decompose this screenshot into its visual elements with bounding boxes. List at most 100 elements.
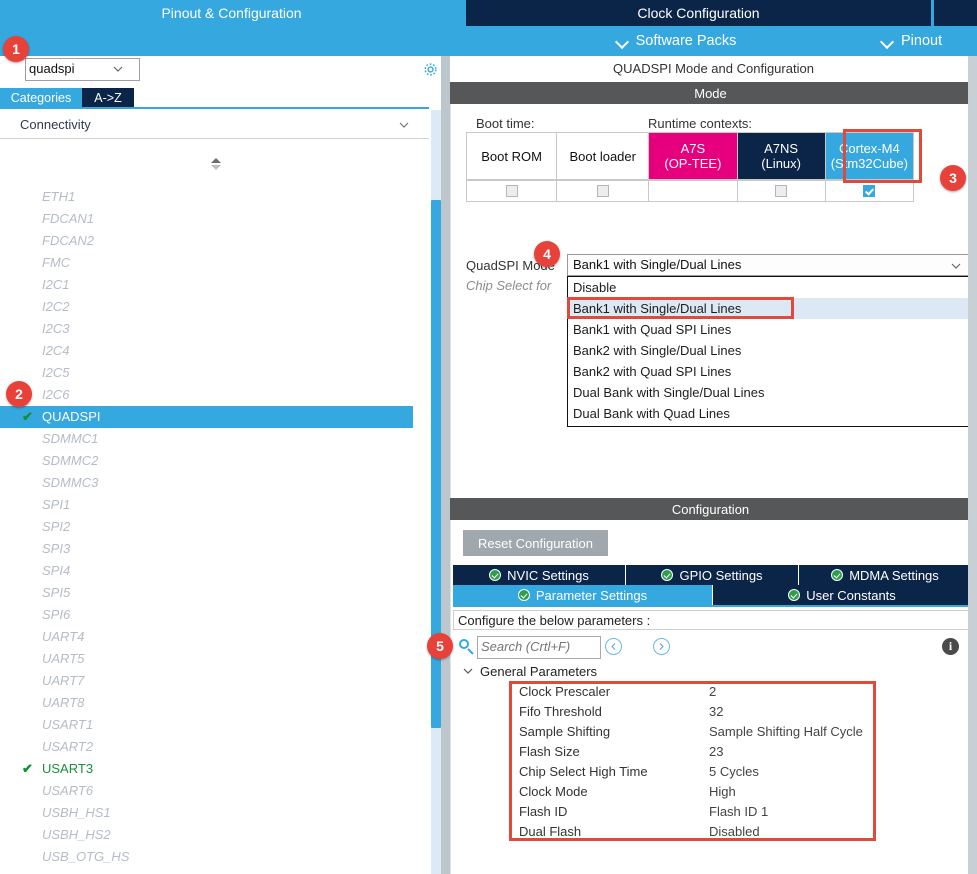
parameter-group-label: General Parameters (480, 663, 598, 679)
peripheral-item-sdmmc3[interactable]: SDMMC3 (0, 472, 429, 494)
peripheral-item-i2c1[interactable]: I2C1 (0, 274, 429, 296)
peripheral-item-label: I2C6 (42, 387, 70, 402)
list-scroll-spinner[interactable] (208, 158, 224, 172)
tab-user-constants[interactable]: User Constants (712, 585, 971, 605)
peripheral-item-i2c4[interactable]: I2C4 (0, 340, 429, 362)
browser-tabs: Categories A->Z (0, 88, 446, 108)
reset-configuration-button[interactable]: Reset Configuration (463, 530, 608, 556)
peripheral-item-label: SPI6 (42, 607, 71, 622)
parameter-group-header[interactable]: General Parameters (453, 661, 971, 681)
tab-categories[interactable]: Categories (0, 88, 82, 108)
peripheral-item-label: SPI2 (42, 519, 71, 534)
search-prev-button[interactable] (605, 638, 622, 655)
left-header-band (0, 26, 466, 56)
peripheral-item-label: I2C5 (42, 365, 70, 380)
checkbox-unchecked-icon[interactable] (775, 185, 788, 197)
context-checkbox-cell-a7ns[interactable] (736, 180, 826, 202)
settings-tabs-underline (453, 605, 971, 607)
context-checkbox-cell-boot-rom[interactable] (466, 180, 558, 202)
dropdown-option-3[interactable]: Bank2 with Single/Dual Lines (568, 340, 970, 361)
peripheral-item-uart7[interactable]: UART7 (0, 670, 429, 692)
dropdown-option-0[interactable]: Disable (568, 277, 970, 298)
dropdown-option-6[interactable]: Dual Bank with Quad Lines (568, 403, 970, 424)
peripheral-item-label: I2C4 (42, 343, 70, 358)
right-edge-top (968, 0, 977, 26)
peripheral-item-label: USBH_HS1 (42, 805, 111, 820)
peripheral-item-eth1[interactable]: ETH1 (0, 186, 429, 208)
runtime-contexts-label: Runtime contexts: (648, 116, 753, 131)
peripheral-item-spi1[interactable]: SPI1 (0, 494, 429, 516)
software-packs-label: Software Packs (635, 33, 737, 49)
search-next-button[interactable] (653, 638, 670, 655)
context-checkbox-cell-boot-loader[interactable] (556, 180, 650, 202)
peripheral-item-i2c3[interactable]: I2C3 (0, 318, 429, 340)
pinout-menu[interactable]: Pinout (881, 26, 977, 56)
checkbox-unchecked-icon[interactable] (596, 185, 609, 197)
peripheral-item-quadspi[interactable]: ✔ QUADSPI (0, 406, 413, 428)
quadspi-mode-combobox[interactable]: Bank1 with Single/Dual Lines (567, 254, 971, 276)
check-circle-icon (788, 589, 801, 601)
checkbox-checked-icon[interactable] (863, 185, 876, 197)
tab-label: MDMA Settings (849, 567, 939, 583)
category-connectivity[interactable]: Connectivity (0, 110, 429, 139)
peripheral-item-spi6[interactable]: SPI6 (0, 604, 429, 626)
peripheral-item-spi4[interactable]: SPI4 (0, 560, 429, 582)
peripheral-item-usbh_hs1[interactable]: USBH_HS1 (0, 802, 429, 824)
tab-parameter-settings[interactable]: Parameter Settings (453, 585, 712, 605)
peripheral-item-i2c2[interactable]: I2C2 (0, 296, 429, 318)
peripheral-item-usart2[interactable]: USART2 (0, 736, 429, 758)
tab-nvic-settings[interactable]: NVIC Settings (453, 565, 626, 585)
peripheral-item-spi5[interactable]: SPI5 (0, 582, 429, 604)
info-icon[interactable]: i (942, 638, 959, 655)
peripheral-item-i2c6[interactable]: I2C6 (0, 384, 429, 406)
tab-mdma-settings[interactable]: MDMA Settings (799, 565, 971, 585)
configure-note: Configure the below parameters : (453, 610, 971, 630)
peripheral-item-usart1[interactable]: USART1 (0, 714, 429, 736)
tab-gpio-settings[interactable]: GPIO Settings (626, 565, 799, 585)
peripheral-item-label: UART5 (42, 651, 85, 666)
check-icon: ✔ (22, 409, 33, 424)
context-checkbox-cell-cortex-m4[interactable] (824, 180, 914, 202)
tab-pinout-configuration[interactable]: Pinout & Configuration (0, 0, 463, 26)
peripheral-item-label: USART2 (42, 739, 94, 754)
peripheral-item-sdmmc2[interactable]: SDMMC2 (0, 450, 429, 472)
gear-icon[interactable] (422, 61, 439, 78)
right-scrollbar[interactable] (968, 56, 977, 874)
panel-divider[interactable] (441, 56, 450, 874)
peripheral-item-fmc[interactable]: FMC (0, 252, 429, 274)
peripheral-item-uart8[interactable]: UART8 (0, 692, 429, 714)
highlight-box-parameters (509, 681, 876, 841)
peripheral-item-fdcan1[interactable]: FDCAN1 (0, 208, 429, 230)
check-circle-icon (489, 569, 502, 581)
peripheral-item-i2c5[interactable]: I2C5 (0, 362, 429, 384)
tab-a-to-z[interactable]: A->Z (82, 88, 134, 108)
peripheral-item-usb_otg_hs[interactable]: USB_OTG_HS (0, 846, 429, 868)
tab-pinout-configuration-label: Pinout & Configuration (161, 5, 302, 21)
chevron-down-icon[interactable] (112, 63, 124, 75)
peripheral-item-spi2[interactable]: SPI2 (0, 516, 429, 538)
dropdown-option-4[interactable]: Bank2 with Quad SPI Lines (568, 361, 970, 382)
tab-clock-configuration[interactable]: Clock Configuration (466, 0, 931, 26)
peripheral-list: ETH1 FDCAN1 FDCAN2 FMC I2C1 I2C2 I2C3 I2C4 I2C5 I… (0, 186, 429, 874)
parameter-search-input[interactable] (479, 637, 601, 656)
checkbox-unchecked-icon[interactable] (505, 185, 518, 197)
dropdown-option-2[interactable]: Bank1 with Quad SPI Lines (568, 319, 970, 340)
peripheral-item-usbh_hs2[interactable]: USBH_HS2 (0, 824, 429, 846)
peripheral-item-sdmmc1[interactable]: SDMMC1 (0, 428, 429, 450)
software-packs-menu[interactable]: Software Packs (466, 26, 886, 56)
dropdown-option-5[interactable]: Dual Bank with Single/Dual Lines (568, 382, 970, 403)
peripheral-item-usart3[interactable]: ✔ USART3 (0, 758, 429, 780)
peripheral-item-fdcan2[interactable]: FDCAN2 (0, 230, 429, 252)
configuration-section-label: Configuration (671, 501, 750, 517)
peripheral-item-uart4[interactable]: UART4 (0, 626, 429, 648)
peripheral-item-label: FDCAN1 (42, 211, 95, 226)
peripheral-item-uart5[interactable]: UART5 (0, 648, 429, 670)
peripheral-item-usart6[interactable]: USART6 (0, 780, 429, 802)
peripheral-search-input[interactable] (27, 59, 117, 78)
peripheral-item-spi3[interactable]: SPI3 (0, 538, 429, 560)
peripheral-item-label: USART6 (42, 783, 94, 798)
check-circle-icon (661, 569, 674, 581)
peripheral-item-label: SPI3 (42, 541, 71, 556)
peripheral-item-label: UART4 (42, 629, 85, 644)
peripheral-item-label: SPI5 (42, 585, 71, 600)
